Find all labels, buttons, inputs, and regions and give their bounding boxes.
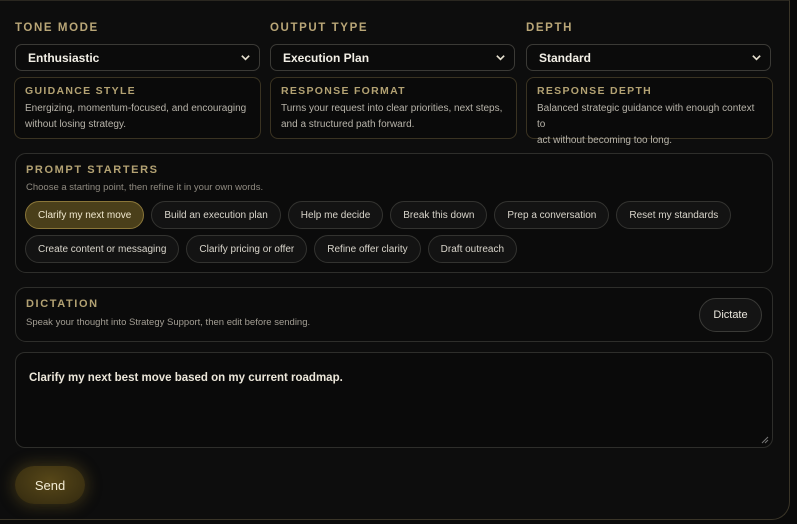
chip-draft-outreach[interactable]: Draft outreach: [427, 235, 518, 263]
response-format-card: RESPONSE FORMAT Turns your request into …: [270, 77, 517, 139]
card-text-line: without losing strategy.: [25, 119, 126, 130]
dictation-panel: DICTATION Speak your thought into Strate…: [15, 287, 773, 342]
card-text: Turns your request into clear priorities…: [281, 101, 506, 133]
message-input[interactable]: Clarify my next best move based on my cu…: [15, 352, 773, 448]
guidance-style-card: GUIDANCE STYLE Energizing, momentum-focu…: [14, 77, 261, 139]
card-title: RESPONSE FORMAT: [281, 85, 406, 97]
dictation-title: DICTATION: [26, 298, 99, 310]
output-type-value: Execution Plan: [283, 50, 370, 65]
depth-value: Standard: [539, 50, 592, 65]
chip-clarify-pricing[interactable]: Clarify pricing or offer: [186, 235, 308, 263]
dictate-button[interactable]: Dictate: [699, 298, 762, 332]
tone-mode-label: TONE MODE: [15, 22, 99, 34]
resize-handle-icon[interactable]: [761, 436, 769, 444]
prompt-starters-panel: PROMPT STARTERS Choose a starting point,…: [15, 153, 773, 273]
card-title: RESPONSE DEPTH: [537, 85, 653, 97]
output-type-label: OUTPUT TYPE: [270, 22, 369, 34]
card-text-line: Turns your request into clear priorities…: [281, 103, 503, 114]
card-text: Energizing, momentum-focused, and encour…: [25, 101, 250, 133]
card-text-line: act without becoming too long.: [537, 135, 673, 146]
prompt-starter-chips: Clarify my next move Build an execution …: [25, 201, 765, 269]
card-text-line: Balanced strategic guidance with enough …: [537, 103, 755, 130]
card-text-line: and a structured path forward.: [281, 119, 415, 130]
app-frame: TONE MODE Enthusiastic OUTPUT TYPE Execu…: [0, 0, 790, 520]
chip-help-me-decide[interactable]: Help me decide: [287, 201, 384, 229]
chip-build-execution-plan[interactable]: Build an execution plan: [151, 201, 281, 229]
chip-break-this-down[interactable]: Break this down: [390, 201, 488, 229]
card-text-line: Energizing, momentum-focused, and encour…: [25, 103, 247, 114]
tone-mode-select[interactable]: Enthusiastic: [15, 44, 260, 71]
chevron-down-icon: [752, 55, 761, 61]
chevron-down-icon: [241, 55, 250, 61]
chip-create-content[interactable]: Create content or messaging: [25, 235, 180, 263]
response-depth-card: RESPONSE DEPTH Balanced strategic guidan…: [526, 77, 773, 146]
send-button[interactable]: Send: [15, 466, 85, 504]
tone-mode-value: Enthusiastic: [28, 50, 100, 65]
chip-refine-offer[interactable]: Refine offer clarity: [314, 235, 421, 263]
depth-label: DEPTH: [526, 22, 573, 34]
prompt-starters-title: PROMPT STARTERS: [26, 164, 159, 176]
message-text: Clarify my next best move based on my cu…: [29, 372, 343, 384]
chevron-down-icon: [496, 55, 505, 61]
chip-prep-conversation[interactable]: Prep a conversation: [494, 201, 610, 229]
prompt-starters-subtitle: Choose a starting point, then refine it …: [26, 182, 264, 193]
card-text: Balanced strategic guidance with enough …: [537, 101, 762, 149]
chip-reset-standards[interactable]: Reset my standards: [616, 201, 732, 229]
dictation-subtitle: Speak your thought into Strategy Support…: [26, 317, 311, 328]
output-type-select[interactable]: Execution Plan: [270, 44, 515, 71]
depth-select[interactable]: Standard: [526, 44, 771, 71]
card-title: GUIDANCE STYLE: [25, 85, 136, 97]
chip-clarify-next-move[interactable]: Clarify my next move: [25, 201, 145, 229]
